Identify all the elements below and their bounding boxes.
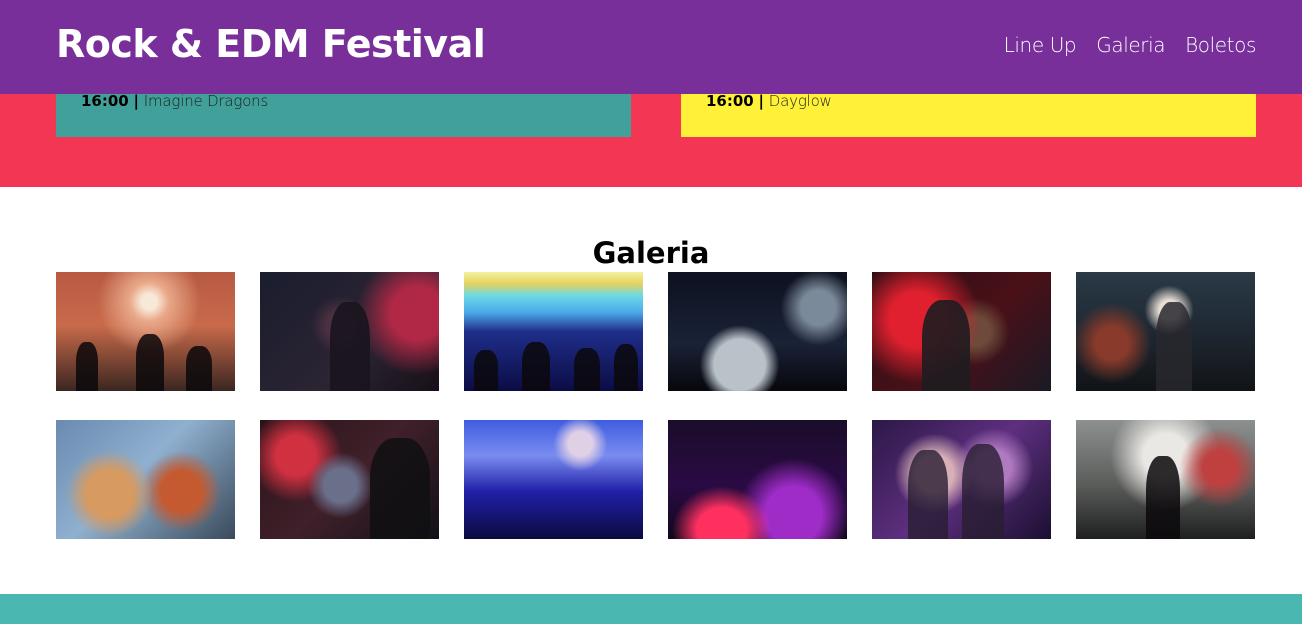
gallery-photo[interactable]	[668, 420, 847, 539]
site-header: Rock & EDM Festival Line Up Galeria Bole…	[0, 0, 1302, 94]
gallery-photo[interactable]	[872, 272, 1051, 391]
gallery-photo[interactable]	[668, 272, 847, 391]
gallery-photo[interactable]	[1076, 272, 1255, 391]
lineup-artist: Imagine Dragons	[143, 92, 269, 110]
gallery-photo[interactable]	[56, 272, 235, 391]
main-nav: Line Up Galeria Boletos	[1004, 33, 1257, 57]
gallery-photo[interactable]	[56, 420, 235, 539]
lineup-time: 16:00	[706, 92, 754, 110]
gallery-photo[interactable]	[260, 420, 439, 539]
gallery-photo[interactable]	[464, 420, 643, 539]
nav-link-galeria[interactable]: Galeria	[1096, 33, 1165, 57]
nav-link-line-up[interactable]: Line Up	[1004, 33, 1077, 57]
gallery-photo[interactable]	[1076, 420, 1255, 539]
footer-bar	[0, 594, 1302, 624]
lineup-separator: |	[758, 92, 765, 110]
lineup-artist: Dayglow	[768, 92, 832, 110]
gallery-title: Galeria	[592, 236, 710, 270]
nav-link-boletos[interactable]: Boletos	[1185, 33, 1256, 57]
gallery-photo[interactable]	[872, 420, 1051, 539]
gallery-photo[interactable]	[464, 272, 643, 391]
lineup-time: 16:00	[81, 92, 129, 110]
lineup-separator: |	[133, 92, 140, 110]
site-title[interactable]: Rock & EDM Festival	[56, 22, 486, 66]
gallery-photo[interactable]	[260, 272, 439, 391]
